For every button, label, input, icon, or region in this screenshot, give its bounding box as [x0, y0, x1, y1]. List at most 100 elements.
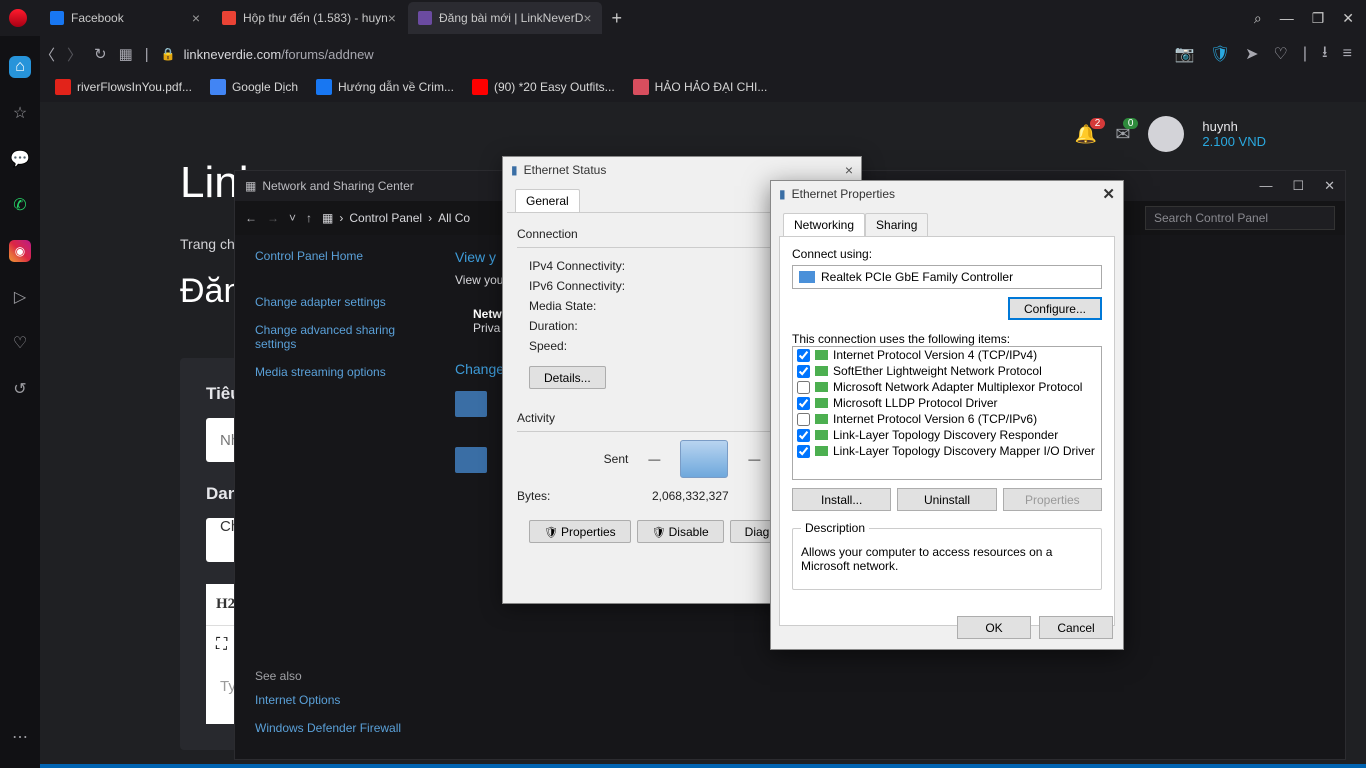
uninstall-button[interactable]: Uninstall — [897, 488, 996, 511]
tab-label: Hộp thư đến (1.583) - huyn — [243, 11, 388, 25]
advanced-sharing-link[interactable]: Change advanced sharing settings — [255, 323, 415, 351]
browser-tabbar: Facebook× Hộp thư đến (1.583) - huyn× Đă… — [0, 0, 1366, 36]
search-icon[interactable]: ⌕ — [1254, 10, 1262, 27]
new-tab-button[interactable]: + — [604, 8, 631, 29]
close-icon[interactable]: × — [845, 162, 853, 178]
speed-dial-icon[interactable]: ▦ — [119, 45, 133, 63]
close-icon[interactable]: ✕ — [1102, 185, 1115, 203]
minimize-icon[interactable]: ― — [1259, 178, 1272, 194]
download-icon[interactable]: ⭳ — [1322, 41, 1328, 68]
tab-sharing[interactable]: Sharing — [865, 213, 928, 237]
list-item[interactable]: Link-Layer Topology Discovery Responder — [793, 427, 1101, 443]
item-label: Microsoft LLDP Protocol Driver — [833, 396, 998, 410]
forward-icon[interactable]: → — [267, 211, 279, 225]
translate-icon — [210, 79, 226, 95]
avatar[interactable] — [1148, 116, 1184, 152]
play-icon[interactable]: ▷ — [9, 286, 31, 308]
instagram-icon[interactable]: ◉ — [9, 240, 31, 262]
cp-breadcrumb[interactable]: ▦› Control Panel› All Co — [322, 211, 470, 225]
msg-badge: 0 — [1123, 118, 1139, 129]
more-icon[interactable]: ⋯ — [9, 726, 31, 748]
close-icon[interactable]: × — [192, 10, 200, 26]
close-icon[interactable]: × — [583, 10, 591, 26]
messages-button[interactable]: ✉0 — [1115, 124, 1130, 145]
home-icon[interactable]: ⌂ — [9, 56, 31, 78]
details-button[interactable]: Details... — [529, 366, 606, 389]
item-checkbox[interactable] — [797, 445, 810, 458]
protocol-list[interactable]: Internet Protocol Version 4 (TCP/IPv4)So… — [792, 346, 1102, 480]
notifications-button[interactable]: 🔔2 — [1075, 124, 1097, 145]
bookmark-item[interactable]: Hướng dẫn về Crim... — [316, 79, 454, 95]
maximize-icon[interactable]: ☐ — [1292, 178, 1304, 194]
messenger-icon[interactable]: 💬 — [9, 148, 31, 170]
reload-icon[interactable]: ↻ — [94, 45, 107, 63]
up-icon[interactable]: ↑ — [306, 211, 312, 225]
opera-logo[interactable] — [9, 9, 27, 27]
cancel-button[interactable]: Cancel — [1039, 616, 1113, 639]
fullscreen-icon[interactable]: ⛶ — [216, 636, 227, 654]
properties-button[interactable]: Properties — [1003, 488, 1102, 511]
list-item[interactable]: SoftEther Lightweight Network Protocol — [793, 363, 1101, 379]
maximize-icon[interactable]: ❐ — [1312, 10, 1325, 27]
tab-gmail[interactable]: Hộp thư đến (1.583) - huyn× — [212, 2, 406, 34]
ok-button[interactable]: OK — [957, 616, 1031, 639]
bookmark-item[interactable]: riverFlowsInYou.pdf... — [55, 79, 192, 95]
defender-firewall-link[interactable]: Windows Defender Firewall — [255, 721, 415, 735]
item-checkbox[interactable] — [797, 349, 810, 362]
opera-sidebar: ⌂ ☆ 💬 ✆ ◉ ▷ ♡ ↺ ⋯ — [0, 36, 40, 768]
protocol-icon — [815, 398, 828, 408]
disable-button[interactable]: Disable — [637, 520, 724, 543]
separator: | — [1303, 45, 1307, 63]
address-bar[interactable]: 🔒 linkneverdie.com/forums/addnew — [161, 47, 1163, 62]
bookmark-item[interactable]: (90) *20 Easy Outfits... — [472, 79, 615, 95]
tab-general[interactable]: General — [515, 189, 580, 212]
minimize-icon[interactable]: ― — [1280, 10, 1294, 26]
item-checkbox[interactable] — [797, 429, 810, 442]
chevron-down-icon[interactable]: ˅ — [289, 211, 296, 225]
ep-titlebar[interactable]: ▮ Ethernet Properties ✕ — [771, 181, 1123, 207]
item-checkbox[interactable] — [797, 381, 810, 394]
tab-networking[interactable]: Networking — [783, 213, 865, 237]
list-item[interactable]: Internet Protocol Version 6 (TCP/IPv6) — [793, 411, 1101, 427]
tab-linkneverdie[interactable]: Đăng bài mới | LinkNeverD× — [408, 2, 602, 34]
forward-icon[interactable]: 〉 — [67, 44, 82, 65]
item-checkbox[interactable] — [797, 397, 810, 410]
list-item[interactable]: Microsoft Network Adapter Multiplexor Pr… — [793, 379, 1101, 395]
history-icon[interactable]: ↺ — [9, 378, 31, 400]
properties-button[interactable]: Properties — [529, 520, 631, 543]
media-streaming-link[interactable]: Media streaming options — [255, 365, 415, 379]
close-window-icon[interactable]: ✕ — [1342, 10, 1354, 27]
list-item[interactable]: Internet Protocol Version 4 (TCP/IPv4) — [793, 347, 1101, 363]
close-icon[interactable]: × — [388, 10, 396, 26]
star-icon[interactable]: ☆ — [9, 102, 31, 124]
list-item[interactable]: Link-Layer Topology Discovery Mapper I/O… — [793, 443, 1101, 459]
install-button[interactable]: Install... — [792, 488, 891, 511]
tab-facebook[interactable]: Facebook× — [40, 2, 210, 34]
heart-icon[interactable]: ♡ — [9, 332, 31, 354]
send-icon[interactable]: ➤ — [1245, 44, 1258, 64]
cp-home-link[interactable]: Control Panel Home — [255, 249, 415, 263]
list-item[interactable]: Microsoft LLDP Protocol Driver — [793, 395, 1101, 411]
adapter-settings-link[interactable]: Change adapter settings — [255, 295, 415, 309]
ipv4-label: IPv4 Connectivity: — [529, 259, 625, 273]
facebook-icon — [316, 79, 332, 95]
item-checkbox[interactable] — [797, 413, 810, 426]
configure-button[interactable]: Configure... — [1008, 297, 1102, 320]
back-icon[interactable]: ← — [245, 211, 257, 225]
heading-button[interactable]: H2 — [216, 596, 235, 613]
item-checkbox[interactable] — [797, 365, 810, 378]
item-label: SoftEther Lightweight Network Protocol — [833, 364, 1042, 378]
internet-options-link[interactable]: Internet Options — [255, 693, 415, 707]
menu-icon[interactable]: ≡ — [1343, 45, 1352, 63]
bookmark-item[interactable]: HẢO HẢO ĐẠI CHI... — [633, 79, 768, 95]
shield-icon[interactable]: 🛡 — [1210, 44, 1230, 64]
bookmark-item[interactable]: Google Dịch — [210, 79, 298, 95]
close-icon[interactable]: ✕ — [1324, 178, 1335, 194]
back-icon[interactable]: 〈 — [40, 44, 55, 65]
camera-icon[interactable]: 📷 — [1175, 44, 1195, 64]
notif-badge: 2 — [1090, 118, 1106, 129]
heart-icon[interactable]: ♡ — [1274, 44, 1288, 64]
cp-search[interactable]: Search Control Panel — [1145, 206, 1335, 230]
whatsapp-icon[interactable]: ✆ — [9, 194, 31, 216]
description-text: Allows your computer to access resources… — [801, 545, 1093, 573]
